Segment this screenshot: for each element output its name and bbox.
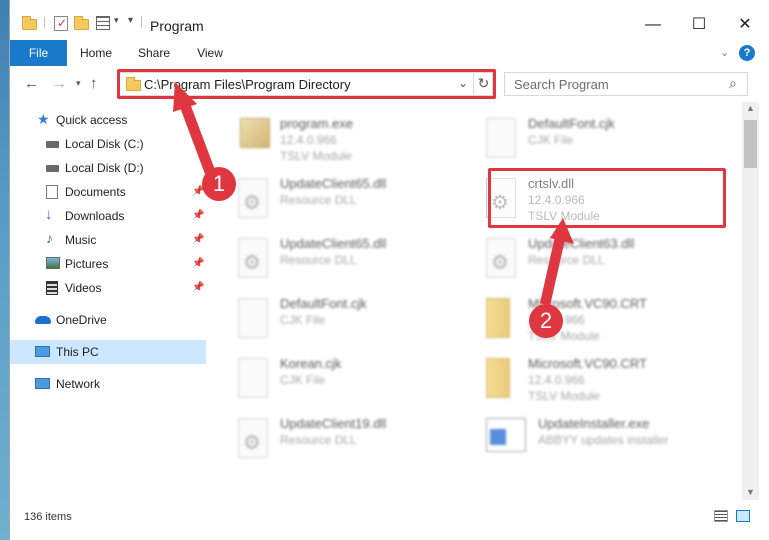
step-2-badge: 2: [529, 304, 563, 338]
vertical-scrollbar[interactable]: ▲ ▼: [742, 102, 759, 500]
large-icons-view-icon[interactable]: [736, 510, 750, 522]
details-view-icon[interactable]: [714, 510, 728, 522]
scroll-up-icon[interactable]: ▲: [746, 103, 755, 113]
scroll-thumb[interactable]: [744, 120, 757, 168]
annotation-arrows: [173, 82, 574, 306]
arrow-1: [173, 82, 215, 174]
status-bar: 136 items: [10, 504, 769, 530]
item-count: 136 items: [24, 511, 72, 523]
arrow-2: [540, 218, 574, 306]
file-explorer-window: | ✓ ▾ ▾ | Program — ☐ ✕ File Home Share …: [9, 0, 769, 540]
step-1-badge: 1: [202, 167, 236, 201]
scroll-down-icon[interactable]: ▼: [746, 487, 755, 497]
